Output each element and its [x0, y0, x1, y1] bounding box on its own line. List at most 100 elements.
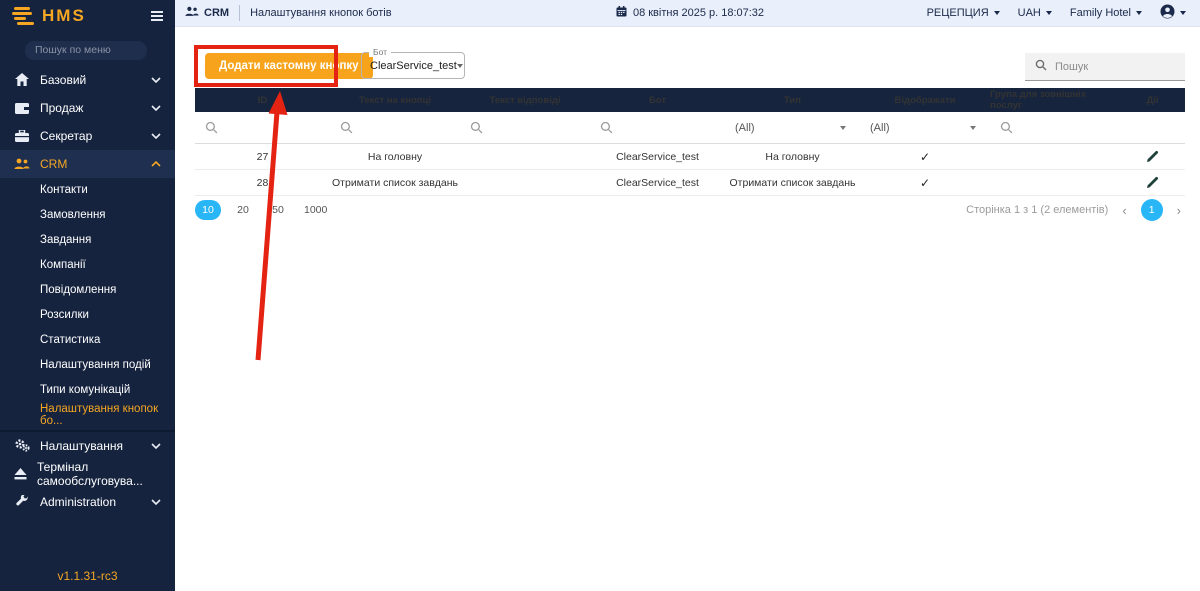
bot-select[interactable]: Бот ClearService_test	[361, 47, 465, 79]
caret-down-icon	[1136, 11, 1142, 15]
bot-select-label: Бот	[369, 47, 392, 57]
sidebar-item-settings[interactable]: Налаштування	[0, 432, 175, 460]
subitem-label: Статистика	[40, 334, 101, 346]
filter-reply-text[interactable]	[460, 112, 590, 143]
col-header-bot[interactable]: Бот	[590, 88, 725, 112]
cell-id: 28	[256, 176, 269, 189]
sidebar-item-administration[interactable]: Administration	[0, 488, 175, 516]
cell-reply-text	[460, 144, 590, 169]
caret-down-icon	[1045, 11, 1052, 15]
breadcrumb-page-title: Налаштування кнопок ботів	[250, 7, 392, 19]
caret-down-icon	[456, 63, 463, 68]
sidebar-menu-search-input[interactable]	[25, 40, 147, 60]
cell-button-text: Отримати список завдань	[332, 176, 458, 189]
sidebar-subitem-bot-buttons-settings[interactable]: Налаштування кнопок бо...	[0, 403, 175, 428]
table-search-input[interactable]	[1055, 60, 1165, 73]
sidebar-item-sales[interactable]: Продаж	[0, 94, 175, 122]
sidebar-item-crm[interactable]: CRM	[0, 149, 175, 178]
chevron-down-icon	[151, 76, 161, 83]
breadcrumb-module[interactable]: CRM	[185, 6, 229, 20]
table-row[interactable]: 27 На головну ClearService_test На голов…	[195, 144, 1185, 170]
filter-button-text[interactable]	[330, 112, 460, 143]
cell-bot: ClearService_test	[616, 176, 699, 189]
filter-type-select[interactable]: (All)	[725, 112, 860, 143]
edit-button[interactable]	[1120, 144, 1185, 169]
bot-select-value: ClearService_test	[370, 59, 457, 72]
col-header-button-text[interactable]: Текст на кнопці	[330, 88, 460, 112]
table-row[interactable]: 28 Отримати список завдань ClearService_…	[195, 170, 1185, 196]
page-size-10[interactable]: 10	[195, 200, 221, 220]
topbar: CRM Налаштування кнопок ботів 08 квітня …	[175, 0, 1200, 27]
prev-page-button[interactable]: ‹	[1118, 203, 1130, 218]
caret-down-icon	[993, 11, 1000, 15]
sidebar-item-secretary[interactable]: Секретар	[0, 122, 175, 150]
sidebar-subitem-communication-types[interactable]: Типи комунікацій	[0, 378, 175, 403]
sidebar-item-label: Продаж	[40, 100, 84, 115]
users-icon	[14, 157, 30, 171]
sidebar-subitem-messages[interactable]: Повідомлення	[0, 278, 175, 303]
col-header-external-group[interactable]: Група для зовнішніх послуг	[990, 88, 1120, 112]
filter-display-select[interactable]: (All)	[860, 112, 990, 143]
filter-display-value: (All)	[870, 121, 890, 134]
hms-logo-text: HMS	[42, 6, 86, 25]
col-header-actions[interactable]: Дії	[1120, 88, 1185, 112]
sidebar-subitem-statistics[interactable]: Статистика	[0, 328, 175, 353]
sidebar-subitem-mailings[interactable]: Розсилки	[0, 303, 175, 328]
filter-id[interactable]	[195, 112, 330, 143]
cell-external-group	[990, 170, 1120, 195]
filter-bot[interactable]	[590, 112, 725, 143]
subitem-label: Повідомлення	[40, 284, 117, 296]
edit-button[interactable]	[1120, 170, 1185, 195]
sidebar-item-label: Administration	[40, 494, 117, 509]
sidebar-item-basic[interactable]: Базовий	[0, 66, 175, 94]
col-header-display[interactable]: Відображати	[860, 88, 990, 112]
wallet-icon	[14, 101, 30, 115]
next-page-button[interactable]: ›	[1173, 203, 1185, 218]
add-custom-button[interactable]: Додати кастомну кнопку	[205, 53, 373, 79]
sidebar-item-label: Налаштування	[40, 438, 123, 453]
department-dropdown[interactable]: РЕЦЕПЦИЯ	[927, 7, 1000, 19]
table-filter-row: (All) (All)	[195, 112, 1185, 144]
sidebar-subitem-event-settings[interactable]: Налаштування подій	[0, 353, 175, 378]
chevron-down-icon	[151, 498, 161, 505]
table-search[interactable]	[1025, 53, 1185, 81]
breadcrumb-module-label: CRM	[204, 7, 230, 19]
caret-down-icon	[840, 125, 846, 130]
breadcrumb-separator	[239, 5, 241, 21]
sidebar-subitem-contacts[interactable]: Контакти	[0, 178, 175, 203]
sidebar-subitem-orders[interactable]: Замовлення	[0, 203, 175, 228]
sidebar-item-label: CRM	[40, 156, 68, 171]
table-header-row: ID Текст на кнопці Текст відповіді Бот Т…	[195, 88, 1185, 112]
page-size-1000[interactable]: 1000	[300, 200, 331, 220]
eject-icon	[14, 467, 27, 481]
col-header-reply-text[interactable]: Текст відповіді	[460, 88, 590, 112]
filter-external-group[interactable]	[990, 112, 1120, 143]
page-size-20[interactable]: 20	[230, 200, 256, 220]
user-menu[interactable]	[1160, 4, 1186, 22]
briefcase-icon	[14, 129, 30, 143]
cell-type: На головну	[765, 150, 820, 163]
pagination: 10 20 50 1000 Сторінка 1 з 1 (2 елементі…	[195, 199, 1185, 221]
datetime-text: 08 квітня 2025 р. 18:07:32	[632, 7, 765, 19]
col-header-id[interactable]: ID	[195, 88, 330, 112]
bot-buttons-table: ID Текст на кнопці Текст відповіді Бот Т…	[195, 88, 1185, 196]
hamburger-menu-icon[interactable]	[151, 11, 163, 21]
filter-actions-empty	[1120, 112, 1185, 143]
hotel-label: Family Hotel	[1069, 7, 1131, 19]
display-check-icon: ✓	[919, 175, 931, 190]
subitem-label: Типи комунікацій	[40, 384, 131, 396]
col-header-type[interactable]: Тип	[725, 88, 860, 112]
hotel-dropdown[interactable]: Family Hotel	[1070, 7, 1142, 19]
sidebar-subitem-tasks[interactable]: Завдання	[0, 228, 175, 253]
pagination-info: Сторінка 1 з 1 (2 елементів)	[966, 204, 1109, 216]
subitem-label: Компанії	[40, 259, 86, 271]
sidebar-subitem-companies[interactable]: Компанії	[0, 253, 175, 278]
sidebar: HMS Базовий Продаж Секретар CRM Контак	[0, 0, 175, 591]
cell-type: Отримати список завдань	[729, 176, 856, 189]
subitem-label: Контакти	[40, 184, 88, 196]
sidebar-item-self-service-terminal[interactable]: Термінал самообслуговува...	[0, 460, 175, 488]
currency-dropdown[interactable]: UAH	[1018, 7, 1052, 19]
current-page-button[interactable]: 1	[1140, 199, 1163, 221]
app-version: v1.1.31-rc3	[57, 569, 118, 583]
page-size-50[interactable]: 50	[265, 200, 291, 220]
